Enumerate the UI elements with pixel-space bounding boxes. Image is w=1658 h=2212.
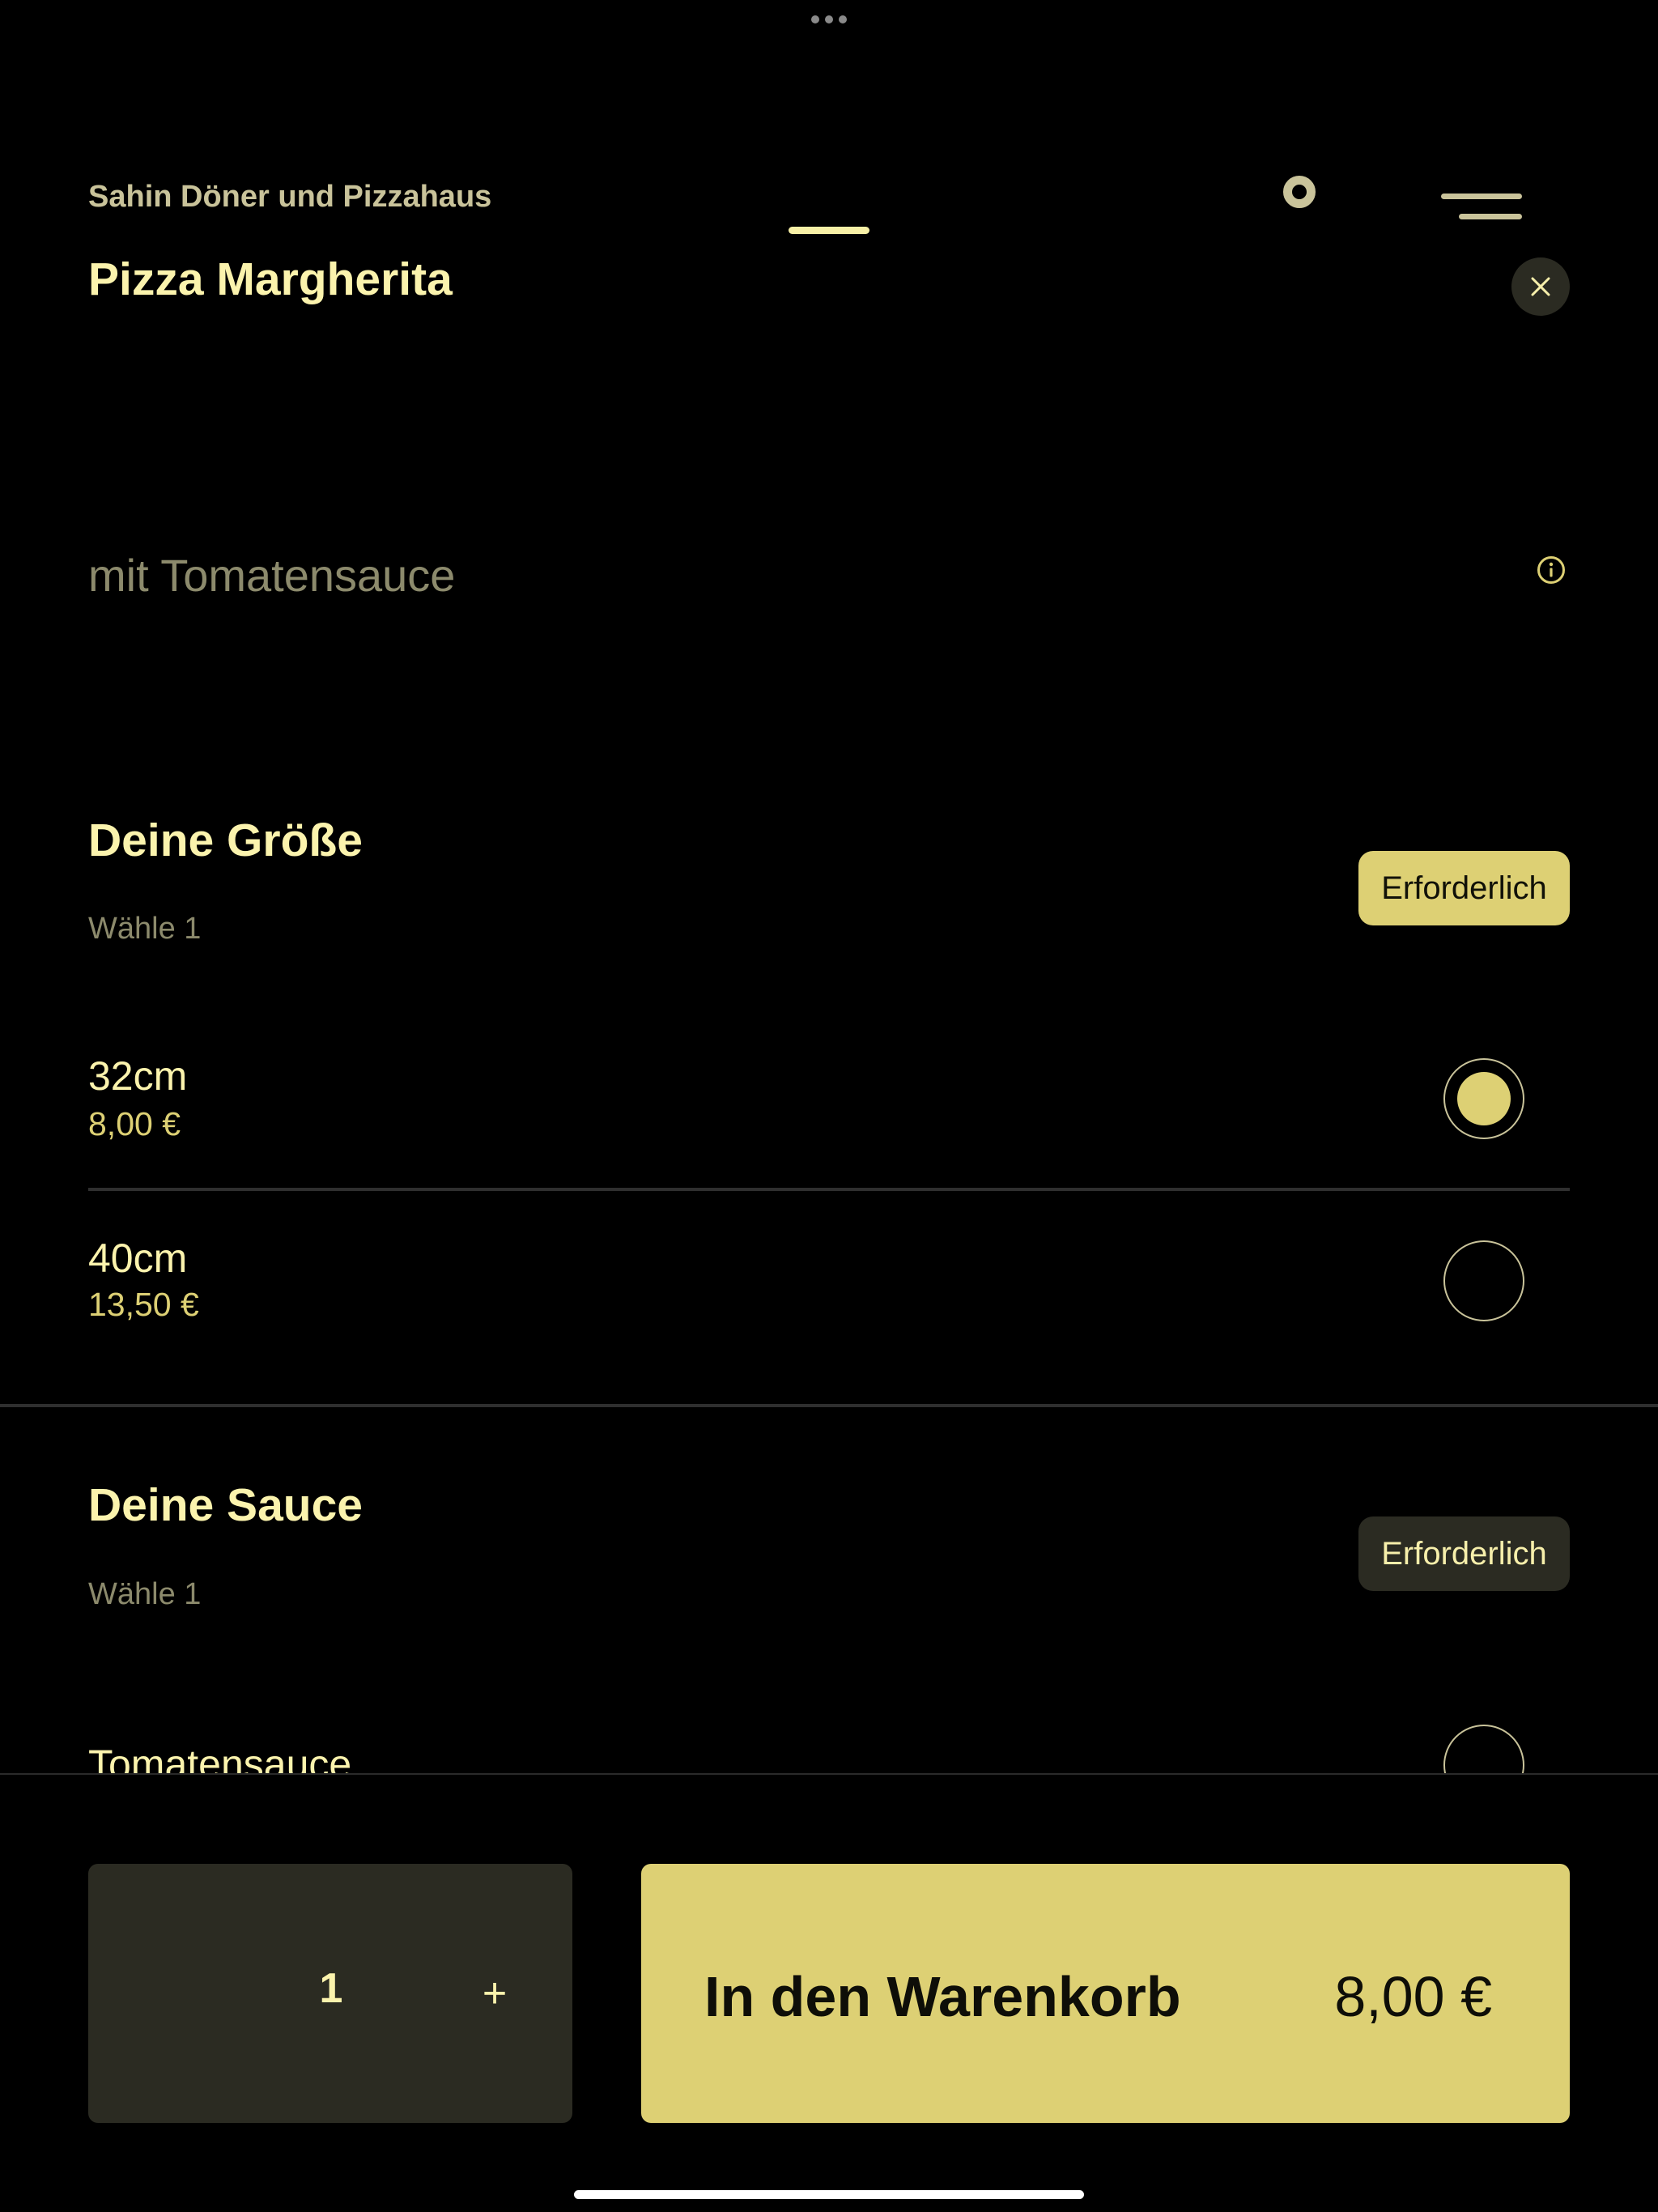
option-divider xyxy=(88,1188,1570,1191)
section-title-sauce: Deine Sauce xyxy=(88,1479,363,1531)
restaurant-name: Sahin Döner und Pizzahaus xyxy=(88,180,492,214)
option-radio-selected[interactable] xyxy=(1443,1058,1524,1139)
add-to-cart-label: In den Warenkorb xyxy=(704,1965,1181,2028)
close-icon xyxy=(1531,277,1550,296)
option-label: 40cm xyxy=(88,1236,188,1281)
section-title-size: Deine Größe xyxy=(88,815,363,866)
sheet-grabber-handle[interactable] xyxy=(789,227,869,234)
ring-icon[interactable] xyxy=(1283,176,1316,208)
product-description: mit Tomatensauce xyxy=(88,550,456,601)
option-label: 32cm xyxy=(88,1053,188,1099)
required-badge-sauce: Erforderlich xyxy=(1358,1516,1570,1591)
option-price: 13,50 € xyxy=(88,1286,199,1323)
add-to-cart-button[interactable]: In den Warenkorb 8,00 € xyxy=(641,1864,1570,2123)
multitasking-dots-icon[interactable] xyxy=(811,15,847,24)
close-button[interactable] xyxy=(1511,257,1570,316)
required-badge-size: Erforderlich xyxy=(1358,851,1570,925)
section-subtitle-size: Wähle 1 xyxy=(88,912,202,946)
option-radio[interactable] xyxy=(1443,1240,1524,1321)
radio-selected-dot xyxy=(1457,1072,1511,1125)
menu-icon[interactable] xyxy=(1441,190,1522,223)
product-detail-sheet: Sahin Döner und Pizzahaus Pizza Margheri… xyxy=(0,0,1658,2212)
quantity-value: 1 xyxy=(319,1965,343,2012)
info-icon[interactable] xyxy=(1537,555,1566,585)
add-to-cart-price: 8,00 € xyxy=(1334,1965,1492,2028)
quantity-stepper: 1 + xyxy=(88,1864,572,2123)
option-price: 8,00 € xyxy=(88,1105,181,1142)
section-divider xyxy=(0,1404,1658,1407)
plus-icon[interactable]: + xyxy=(462,1961,527,2026)
section-subtitle-sauce: Wähle 1 xyxy=(88,1577,202,1611)
product-title: Pizza Margherita xyxy=(88,253,453,305)
home-indicator[interactable] xyxy=(574,2190,1084,2199)
